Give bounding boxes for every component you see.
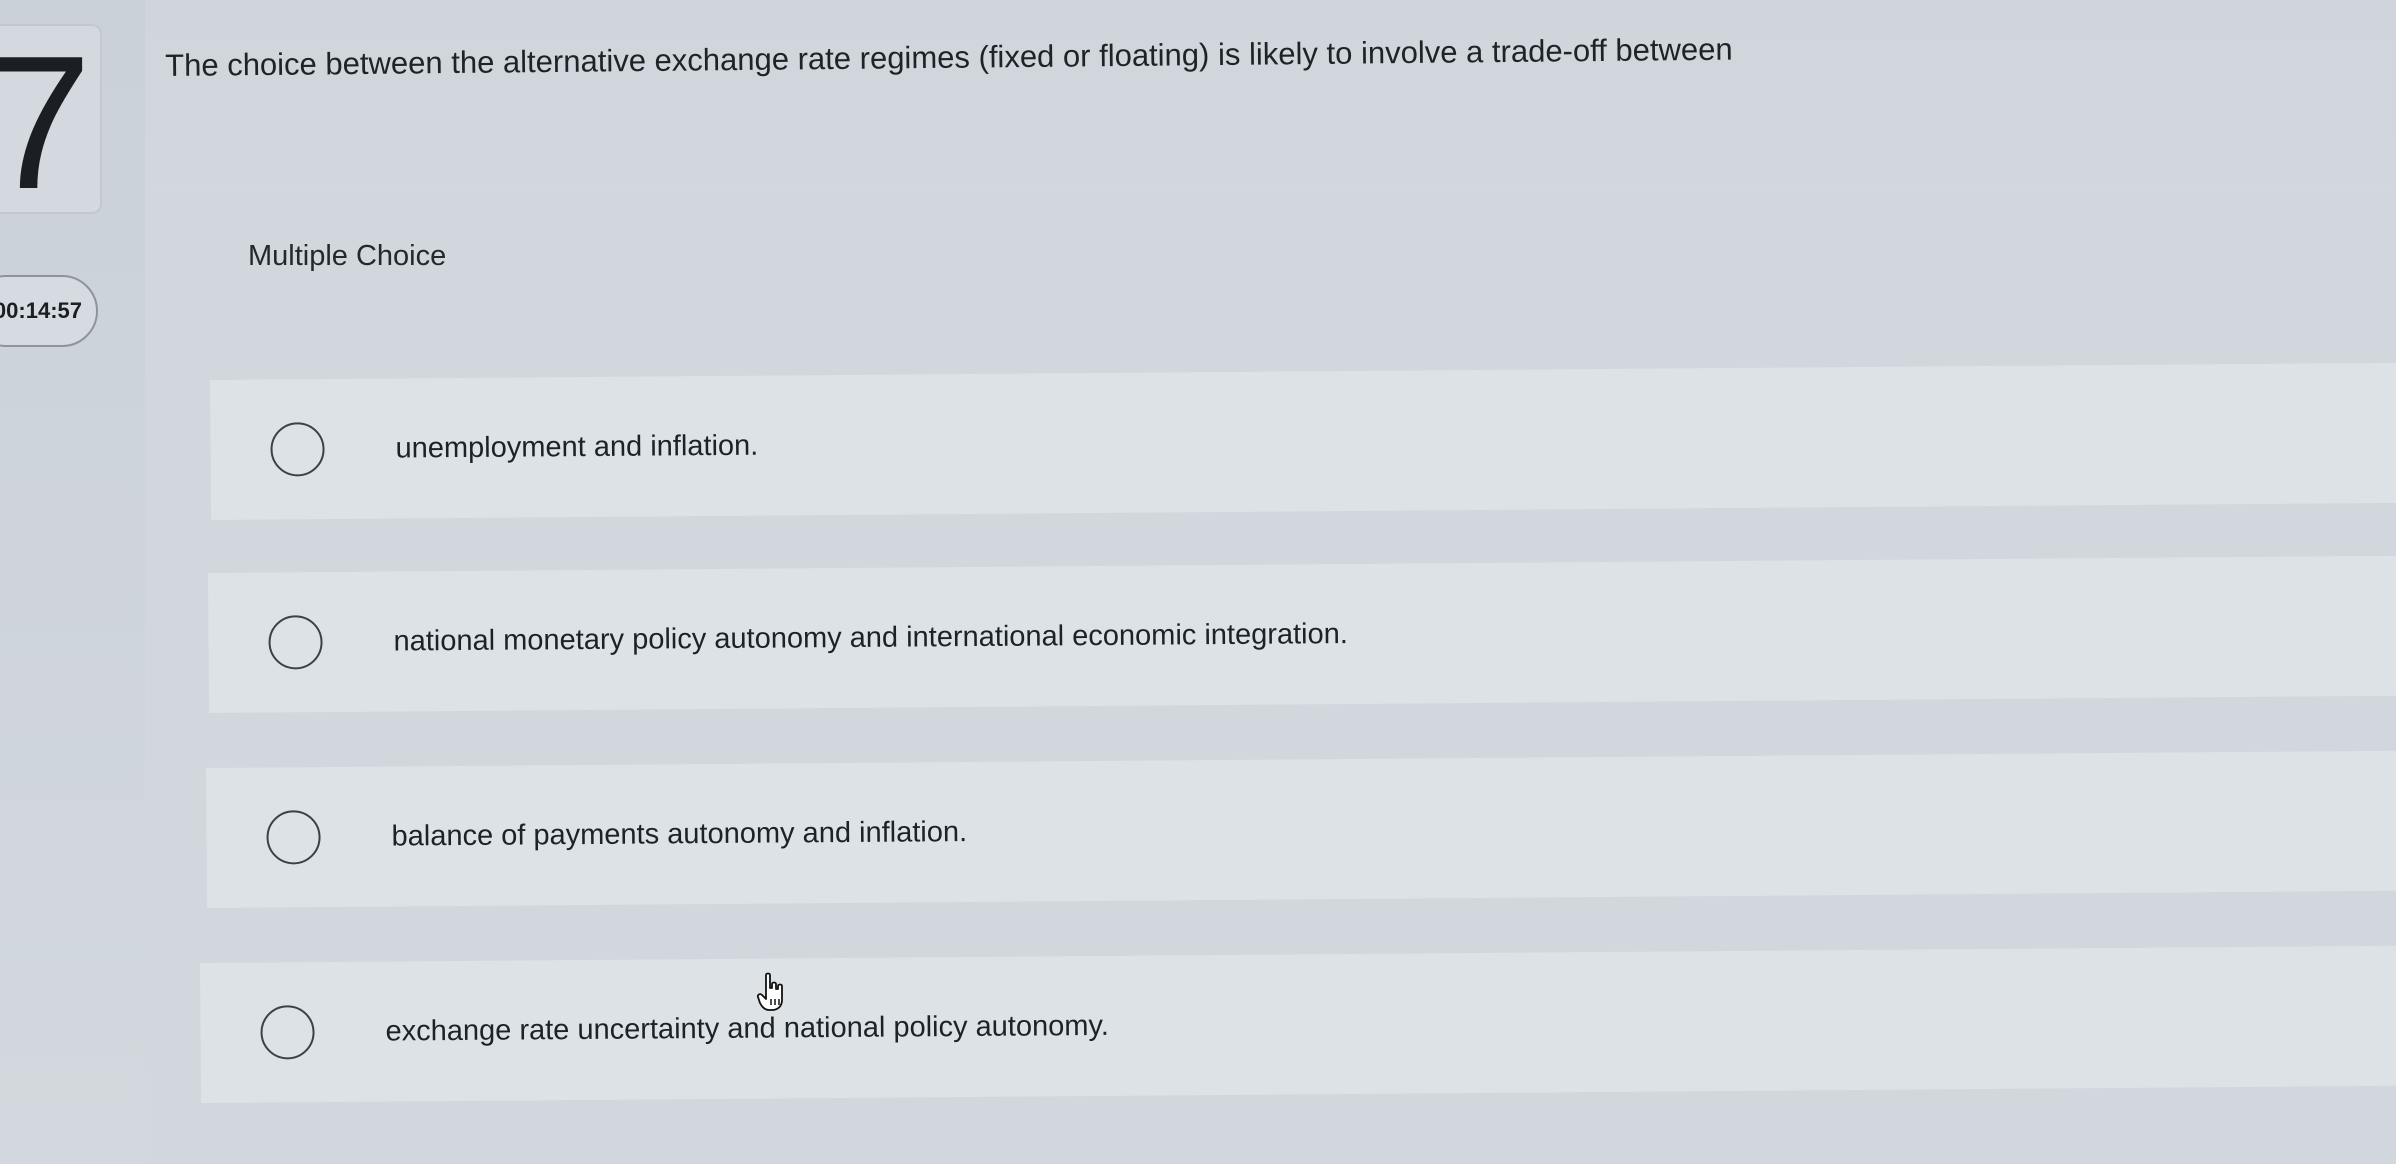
choice-option-2[interactable]: national monetary policy autonomy and in… [208,555,2396,713]
radio-unselected-icon[interactable] [260,1005,315,1060]
choice-option-1[interactable]: unemployment and inflation. [210,362,2396,520]
choice-option-4[interactable]: exchange rate uncertainty and national p… [200,945,2396,1103]
radio-unselected-icon[interactable] [266,810,321,865]
radio-unselected-icon[interactable] [268,615,323,670]
choice-label: national monetary policy autonomy and in… [393,617,1348,658]
hand-pointer-cursor-icon [756,972,783,1011]
question-number: 7 [0,17,92,229]
quiz-screen: 7 00:14:57 The choice between the altern… [0,0,2396,1164]
choice-option-3[interactable]: balance of payments autonomy and inflati… [206,750,2396,908]
choice-label: unemployment and inflation. [395,429,759,465]
choice-label: exchange rate uncertainty and national p… [385,1009,1109,1048]
timer: 00:14:57 [0,275,98,347]
choice-label: balance of payments autonomy and inflati… [391,815,968,853]
answer-type-label: Multiple Choice [248,240,447,272]
question-text: The choice between the alternative excha… [165,31,1733,83]
radio-unselected-icon[interactable] [270,422,325,477]
